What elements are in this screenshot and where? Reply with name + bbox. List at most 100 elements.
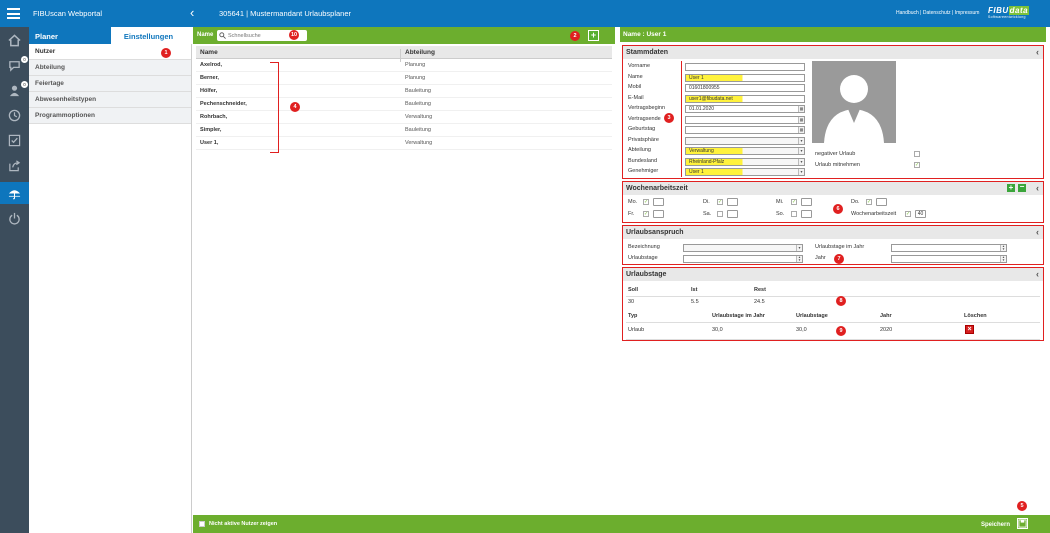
delete-icon[interactable]: × [965,325,974,334]
tab-planer[interactable]: Planer [29,27,64,44]
avatar[interactable] [812,61,896,143]
search-input[interactable] [228,32,298,39]
nav-item-programmoptionen[interactable]: Programmoptionen [29,108,191,124]
email-field[interactable]: user1@fibudata.net [685,95,805,103]
column-header: Urlaubstage [796,313,828,319]
mandant-title: 305641 | Mustermandant Urlaubsplaner [219,9,352,18]
field-label: Bundesland [628,158,658,164]
table-row[interactable]: Berner, Planung [196,72,612,85]
umbrella-icon[interactable] [0,182,29,204]
vertragsbeginn-field[interactable]: 01.01.2020 ▦ [685,105,805,113]
genehmiger-select[interactable]: User 1 ▾ [685,168,805,176]
hours-input-so[interactable] [801,210,812,218]
annotation-marker: 8 [836,296,846,306]
summary-header: Ist [691,287,698,293]
spinner-icon[interactable]: ▲ ▼ [1000,256,1006,262]
add-user-button[interactable]: + [588,30,599,41]
hours-input-sa[interactable] [727,210,738,218]
checklist-icon[interactable] [0,129,29,151]
nav-item-feiertage[interactable]: Feiertage [29,76,191,92]
column-header-abteilung[interactable]: Abteilung [405,49,435,56]
footer-links[interactable]: Handbuch | Datenschutz | Impressum [896,10,979,16]
add-week-button[interactable]: + [1007,184,1015,192]
clock-icon[interactable] [0,104,29,126]
name-field[interactable]: User 1 [685,74,805,82]
back-arrow-icon[interactable]: ‹ [190,5,194,20]
field-label: Genehmiger [628,168,659,174]
abteilung-select[interactable]: Verwaltung ▾ [685,147,805,155]
day-label: So. [776,211,785,217]
table-row[interactable]: Simpler, Bauleitung [196,124,612,137]
share-icon[interactable] [0,154,29,176]
bundesland-select[interactable]: Rheinland-Pfalz ▾ [685,158,805,166]
power-icon[interactable] [0,207,29,229]
hours-input-fr[interactable] [653,210,664,218]
vertragsende-field[interactable]: ▦ [685,116,805,124]
collapse-chevron-icon[interactable]: ‹ [1036,47,1039,57]
field-label: Abteilung [628,147,651,153]
inactive-users-checkbox[interactable] [199,521,205,527]
urlaub-im-jahr: 30,0 [712,327,723,333]
inactive-users-label: Nicht aktive Nutzer zeigen [209,521,278,527]
day-checkbox-mi[interactable]: ✓ [791,199,797,205]
person-icon[interactable]: 0 [0,79,29,101]
privatsphaere-select[interactable]: ▾ [685,137,805,145]
bezeichnung-select[interactable]: ▾ [683,244,803,252]
day-checkbox-do[interactable]: ✓ [866,199,872,205]
table-row[interactable]: Pechenschneider, Bauleitung [196,98,612,111]
annotation-marker: 7 [834,254,844,264]
hamburger-menu-icon[interactable] [7,8,20,19]
table-row[interactable]: User 1, Verwaltung [196,137,612,150]
spinner-icon[interactable]: ▲ ▼ [796,256,802,262]
settings-nav: Planer Einstellungen Nutzer Abteilung Fe… [29,27,192,533]
top-bar: FIBUscan Webportal ‹ 305641 | Mustermand… [0,0,1050,27]
table-row[interactable]: Axelrod, Planung [196,59,612,72]
vorname-field[interactable] [685,63,805,71]
collapse-chevron-icon[interactable]: ‹ [1036,183,1039,193]
day-checkbox-di[interactable]: ✓ [717,199,723,205]
hours-input-do[interactable] [876,198,887,206]
hours-input-mo[interactable] [653,198,664,206]
nav-item-abteilung[interactable]: Abteilung [29,60,191,76]
day-label: Fr. [628,211,635,217]
remove-week-button[interactable]: − [1018,183,1026,192]
mobil-field[interactable]: 01601800955 [685,84,805,92]
field-label: Urlaubstage [628,255,658,261]
column-header: Löschen [964,313,987,319]
urlaubstage-input[interactable]: ▲ ▼ [683,255,803,263]
wochenarbeitszeit-input[interactable]: 40 [915,210,926,218]
wochenarbeitszeit-checkbox[interactable]: ✓ [905,211,911,217]
urlaubstage-im-jahr-input[interactable]: ▲ ▼ [891,244,1007,252]
day-checkbox-so[interactable] [791,211,797,217]
filter-label: Name [197,32,214,38]
chat-icon[interactable]: 0 [0,54,29,76]
table-row[interactable]: Rohrbach, Verwaltung [196,111,612,124]
collapse-chevron-icon[interactable]: ‹ [1036,227,1039,237]
urlaub-mitnehmen-checkbox[interactable]: ✓ [914,162,920,168]
divider [626,296,1040,297]
hours-input-di[interactable] [727,198,738,206]
column-header-name[interactable]: Name [200,49,218,56]
user-name: Rohrbach, [200,114,228,120]
calendar-icon[interactable]: ▦ [798,127,804,133]
table-row[interactable]: Hölfer, Bauleitung [196,85,612,98]
day-checkbox-sa[interactable] [717,211,723,217]
floppy-disk-icon [1018,519,1027,528]
search-icon [219,32,226,39]
person-badge: 0 [21,81,28,88]
day-checkbox-mo[interactable]: ✓ [643,199,649,205]
spinner-icon[interactable]: ▲ ▼ [1000,245,1006,251]
hours-input-mi[interactable] [801,198,812,206]
jahr-input[interactable]: ▲ ▼ [891,255,1007,263]
geburtstag-field[interactable]: ▦ [685,126,805,134]
save-button[interactable] [1017,518,1028,529]
home-icon[interactable] [0,29,29,51]
calendar-icon[interactable]: ▦ [798,117,804,123]
negativer-urlaub-checkbox[interactable] [914,151,920,157]
day-checkbox-fr[interactable]: ✓ [643,211,649,217]
tab-einstellungen[interactable]: Einstellungen [111,27,192,44]
nav-item-abwesenheitstypen[interactable]: Abwesenheitstypen [29,92,191,108]
collapse-chevron-icon[interactable]: ‹ [1036,269,1039,279]
user-name: Berner, [200,75,219,81]
calendar-icon[interactable]: ▦ [798,106,804,112]
